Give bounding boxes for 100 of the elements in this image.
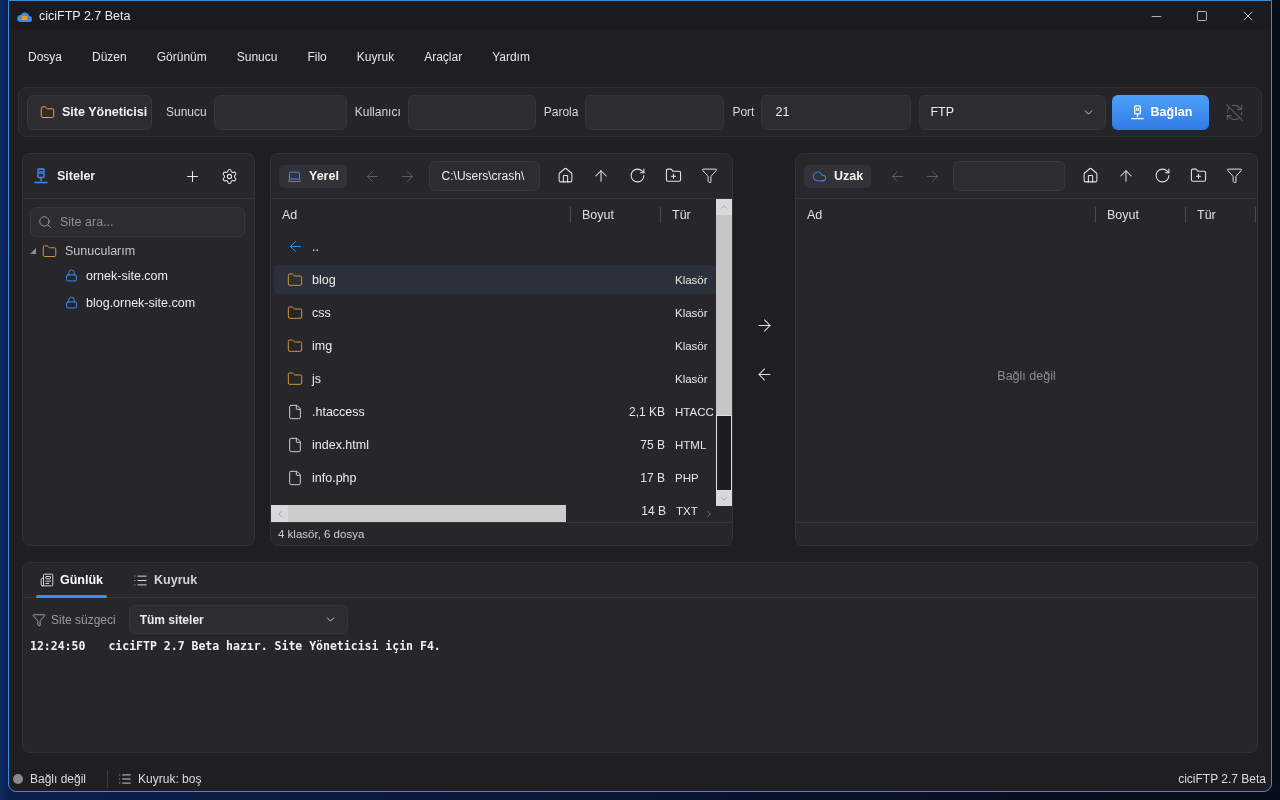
folder-icon xyxy=(287,370,303,387)
menu-item[interactable]: Filo xyxy=(292,40,342,74)
file-size: 14 B xyxy=(641,503,666,518)
folder-icon xyxy=(287,304,303,321)
file-icon xyxy=(287,469,303,486)
search-icon xyxy=(38,215,52,229)
file-name: .htaccess xyxy=(312,404,365,419)
file-icon xyxy=(287,403,303,420)
lock-icon xyxy=(65,296,78,309)
plug-icon xyxy=(1129,104,1145,120)
field-label: Parola xyxy=(543,105,579,119)
folder-summary: 4 klasör, 6 dosya xyxy=(278,528,365,540)
file-type: PHP xyxy=(675,471,699,484)
file-row[interactable]: css Klasör xyxy=(274,298,716,327)
file-name: blog xyxy=(312,272,336,287)
menu-item[interactable]: Görünüm xyxy=(141,40,222,74)
scrollbar-thumb[interactable] xyxy=(716,215,732,415)
location-tab[interactable]: Uzak xyxy=(804,164,872,188)
menu-item[interactable]: Araçlar xyxy=(409,40,478,74)
laptop-icon xyxy=(287,168,302,184)
file-size: 75 B xyxy=(640,437,665,452)
filter-icon xyxy=(32,612,46,627)
triangle-icon[interactable] xyxy=(30,248,36,254)
tab[interactable]: Günlük xyxy=(36,563,108,597)
search-field[interactable]: Site ara... xyxy=(30,207,245,237)
cloud-icon xyxy=(812,168,827,184)
folder-icon xyxy=(40,104,55,120)
filter-icon[interactable] xyxy=(700,167,718,184)
tab[interactable]: Kuyruk xyxy=(129,563,202,597)
lock-icon xyxy=(65,269,78,282)
file-type: Klasör xyxy=(675,372,708,385)
tree-item-label[interactable]: Sunucularım xyxy=(65,244,136,258)
refresh-icon[interactable] xyxy=(1153,167,1171,184)
column-header[interactable]: Ad xyxy=(282,207,298,222)
file-row[interactable]: js Klasör xyxy=(274,364,716,393)
file-icon xyxy=(287,436,303,453)
file-row[interactable]: index.html 75 B HTML xyxy=(274,430,716,459)
path-field[interactable]: C:\Users\crash\ xyxy=(428,161,540,191)
site-manager-button[interactable]: Site Yöneticisi xyxy=(27,94,152,130)
version-text: ciciFTP 2.7 Beta xyxy=(1178,771,1266,786)
location-tab[interactable]: Yerel xyxy=(279,164,347,188)
file-name: .. xyxy=(312,239,319,254)
file-name: js xyxy=(312,371,322,386)
file-type: Klasör xyxy=(675,306,708,319)
cloud-logo-icon xyxy=(17,9,32,23)
menu-item[interactable]: Düzen xyxy=(77,40,142,74)
port-field[interactable]: 21 xyxy=(761,94,912,130)
file-name: index.html xyxy=(312,437,369,452)
scrollbar-thumb[interactable] xyxy=(288,505,566,522)
file-row[interactable]: img Klasör xyxy=(274,331,716,360)
file-type: TXT xyxy=(676,504,698,517)
file-row[interactable]: 14 B TXT xyxy=(567,496,700,522)
home-icon[interactable] xyxy=(1081,167,1099,184)
new-folder-icon[interactable] xyxy=(664,167,682,184)
filter-label: Site süzgeci xyxy=(51,612,116,627)
column-header[interactable]: Ad xyxy=(807,207,823,222)
home-icon[interactable] xyxy=(556,167,574,184)
column-header[interactable]: Boyut xyxy=(582,207,614,222)
list-icon xyxy=(133,572,149,588)
file-type: Klasör xyxy=(675,339,708,352)
plug-icon xyxy=(33,168,49,184)
field-label: Port xyxy=(732,105,755,119)
site-filter-select[interactable]: Tüm siteler xyxy=(128,605,348,634)
column-header[interactable]: Boyut xyxy=(1107,207,1139,222)
folder-icon xyxy=(42,243,57,259)
newspaper-icon xyxy=(40,573,54,587)
folder-icon xyxy=(287,337,303,354)
file-type: HTACC xyxy=(675,405,714,418)
filter-icon[interactable] xyxy=(1225,167,1243,184)
file-size: 17 B xyxy=(640,470,665,485)
caret-up-icon xyxy=(719,202,729,212)
file-name: css xyxy=(312,305,331,320)
menu-item[interactable]: Dosya xyxy=(13,40,77,74)
list-icon xyxy=(118,771,133,786)
tree-item-label[interactable]: blog.ornek-site.com xyxy=(86,295,196,310)
folder-icon xyxy=(287,271,303,288)
file-type: HTML xyxy=(675,438,707,451)
column-header[interactable]: Tür xyxy=(1197,207,1216,222)
new-folder-icon[interactable] xyxy=(1189,167,1207,184)
panel-title: Siteler xyxy=(57,169,96,183)
file-row[interactable]: blog Klasör xyxy=(274,265,716,294)
empty-message: Bağlı değil xyxy=(997,369,1056,383)
column-header[interactable]: Tür xyxy=(672,207,691,222)
protocol-select[interactable]: FTP xyxy=(919,94,1107,130)
file-row[interactable]: .. xyxy=(274,232,716,261)
log-time: 12:24:50 xyxy=(30,639,86,653)
file-name: info.php xyxy=(312,470,357,485)
file-type: Klasör xyxy=(675,273,708,286)
maximize-icon[interactable] xyxy=(1196,10,1208,22)
refresh-icon[interactable] xyxy=(628,167,646,184)
tree-item-label[interactable]: ornek-site.com xyxy=(86,268,168,283)
window-title: ciciFTP 2.7 Beta xyxy=(39,9,131,23)
menu-item[interactable]: Sunucu xyxy=(221,40,293,74)
settings-icon[interactable] xyxy=(221,167,238,185)
field-label: Kullanıcı xyxy=(354,105,401,119)
menu-item[interactable]: Yardım xyxy=(477,40,545,74)
menu-item[interactable]: Kuyruk xyxy=(341,40,410,74)
file-size: 2,1 KB xyxy=(628,404,665,419)
file-row[interactable]: info.php 17 B PHP xyxy=(274,463,716,492)
file-row[interactable]: .htaccess 2,1 KB HTACC xyxy=(274,397,716,426)
